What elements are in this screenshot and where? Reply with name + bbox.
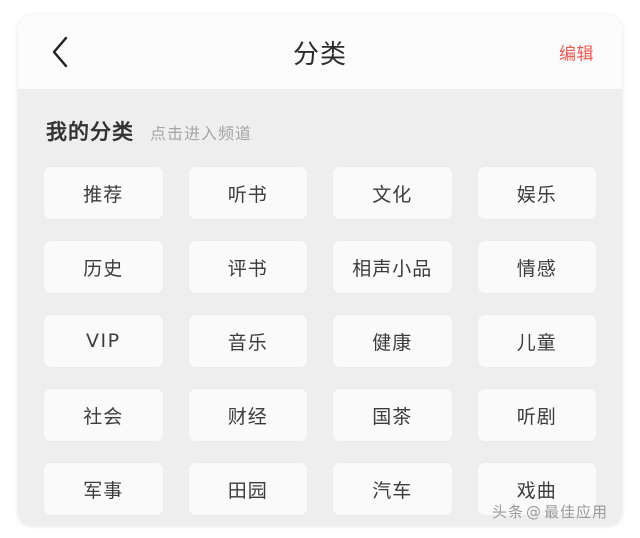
category-tile-label: 历史 xyxy=(83,257,124,280)
content-area: 我的分类 点击进入频道 推荐 听书 文化 娱乐历史 评书 相声小品 情感 VIP 音乐 健康 儿童社… xyxy=(18,90,622,525)
watermark-account: 最佳应用 xyxy=(543,503,608,521)
watermark: 头条 @ 最佳应用 xyxy=(492,501,608,522)
page-title: 分类 xyxy=(292,39,347,70)
category-tile-label: 儿童 xyxy=(516,331,557,354)
category-tile-label: 情感 xyxy=(516,257,557,280)
navigation-bar: 分类 编辑 xyxy=(18,15,622,90)
category-tile[interactable]: 文化 xyxy=(333,167,452,219)
category-tile-label: 汽车 xyxy=(372,479,413,502)
watermark-source: 头条 xyxy=(491,503,524,521)
category-tile-label: 国茶 xyxy=(372,405,413,428)
category-tile[interactable]: 汽车 xyxy=(333,463,452,515)
section-header: 我的分类 点击进入频道 xyxy=(18,90,622,146)
category-tile[interactable]: 财经 xyxy=(188,389,307,441)
category-tile[interactable]: 音乐 xyxy=(188,315,307,367)
section-hint: 点击进入频道 xyxy=(150,124,253,143)
category-tile-label: 社会 xyxy=(83,405,124,428)
category-tile-label: 田园 xyxy=(227,479,268,502)
category-tile-label: 评书 xyxy=(227,257,268,280)
category-tile[interactable]: 国茶 xyxy=(333,389,452,441)
category-tile[interactable]: 田园 xyxy=(188,463,307,515)
category-tile[interactable]: 听剧 xyxy=(477,389,596,441)
category-tile[interactable]: 社会 xyxy=(44,389,163,441)
category-grid: 推荐 听书 文化 娱乐历史 评书 相声小品 情感 VIP 音乐 健康 儿童社会 财经 国茶 听剧军事 田园 汽… xyxy=(18,167,622,515)
category-tile-label: 娱乐 xyxy=(516,183,557,206)
category-tile[interactable]: 推荐 xyxy=(44,167,163,219)
category-tile-label: 文化 xyxy=(372,183,413,206)
category-tile-label: 健康 xyxy=(372,331,413,354)
category-tile-label: 军事 xyxy=(83,479,124,502)
category-tile[interactable]: 相声小品 xyxy=(333,241,452,293)
category-tile-label: 推荐 xyxy=(83,183,124,206)
category-tile[interactable]: 评书 xyxy=(188,241,307,293)
category-tile[interactable]: 听书 xyxy=(188,167,307,219)
category-tile[interactable]: 情感 xyxy=(477,241,596,293)
category-tile-label: 财经 xyxy=(227,405,268,428)
category-tile[interactable]: 历史 xyxy=(44,241,163,293)
category-tile-label: 听剧 xyxy=(516,405,557,428)
category-tile-label: 听书 xyxy=(227,183,268,206)
watermark-at: @ xyxy=(525,503,542,521)
category-tile[interactable]: 健康 xyxy=(333,315,452,367)
chevron-left-icon xyxy=(50,35,70,69)
page-background: 分类 编辑 我的分类 点击进入频道 推荐 听书 文化 娱乐历史 评书 相声小品 情感 VIP 音… xyxy=(0,0,640,538)
back-button[interactable] xyxy=(40,32,80,72)
phone-screenshot-card: 分类 编辑 我的分类 点击进入频道 推荐 听书 文化 娱乐历史 评书 相声小品 情感 VIP 音… xyxy=(18,15,622,525)
category-tile-label: VIP xyxy=(85,330,121,352)
category-tile[interactable]: 儿童 xyxy=(477,315,596,367)
edit-button[interactable]: 编辑 xyxy=(559,40,594,65)
category-tile[interactable]: 军事 xyxy=(44,463,163,515)
section-title: 我的分类 xyxy=(46,120,134,144)
category-tile-label: 音乐 xyxy=(227,331,268,354)
category-tile[interactable]: 娱乐 xyxy=(477,167,596,219)
category-tile-label: 戏曲 xyxy=(516,479,557,502)
category-tile-label: 相声小品 xyxy=(352,257,433,280)
category-tile[interactable]: VIP xyxy=(44,315,163,367)
